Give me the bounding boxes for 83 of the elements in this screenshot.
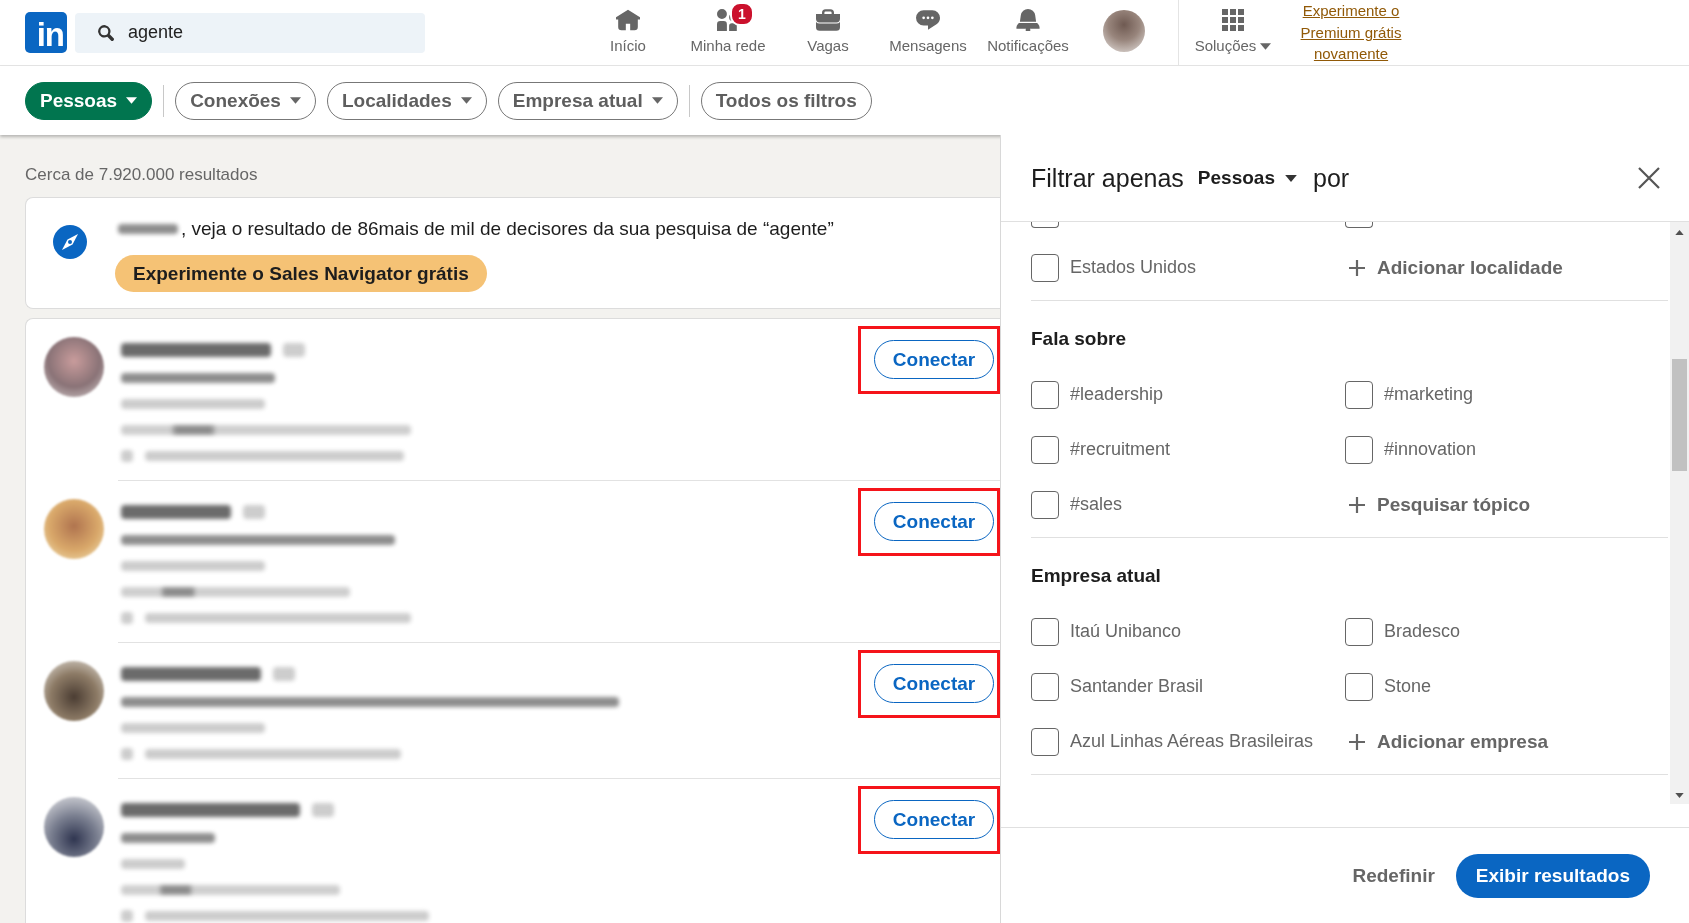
plus-icon [1349, 259, 1365, 276]
add-filter-link[interactable]: Adicionar empresa [1345, 730, 1549, 753]
section-heading: Fala sobre [1031, 327, 1128, 351]
checkbox[interactable] [1031, 727, 1059, 756]
checkbox[interactable] [1031, 222, 1059, 228]
bell-icon [1016, 9, 1040, 31]
checkbox[interactable] [1345, 617, 1373, 646]
checkbox-option[interactable]: Itaú Unibanco [1031, 617, 1182, 646]
connect-button[interactable]: Conectar [874, 340, 994, 379]
filter-pill[interactable]: Empresa atual [497, 81, 678, 120]
close-button[interactable] [1638, 167, 1660, 189]
checkbox-option[interactable]: #marketing [1345, 380, 1474, 409]
filter-pill[interactable]: Todos os filtros [700, 81, 872, 120]
grid-icon [1222, 9, 1244, 31]
briefcase-icon [816, 9, 840, 31]
checkbox[interactable] [1345, 672, 1373, 701]
scroll-up-icon[interactable] [1675, 230, 1684, 235]
filter-pill[interactable]: Conexões [175, 81, 316, 120]
reset-button[interactable]: Redefinir [1352, 864, 1435, 887]
checkbox-option[interactable]: #innovation [1345, 435, 1477, 464]
caret-icon [1285, 174, 1297, 182]
type-dropdown[interactable]: Pessoas [1197, 167, 1297, 189]
add-filter-link[interactable]: Pesquisar tópico [1345, 493, 1531, 516]
connect-button[interactable]: Conectar [874, 502, 994, 541]
checkbox-option[interactable]: #sales [1031, 490, 1123, 519]
checkbox[interactable] [1345, 435, 1373, 464]
scroll-down-icon[interactable] [1675, 793, 1684, 798]
app-logo[interactable]: in [25, 12, 67, 53]
filter-pill[interactable]: Localidades [326, 81, 487, 120]
connect-button[interactable]: Conectar [874, 800, 994, 839]
checkbox[interactable] [1031, 435, 1059, 464]
compass-icon [53, 225, 87, 259]
checkbox[interactable] [1031, 253, 1059, 282]
connect-button[interactable]: Conectar [874, 664, 994, 703]
checkbox-option[interactable]: Bradesco [1345, 617, 1461, 646]
filter-pill[interactable]: Pessoas [25, 81, 153, 120]
caret-icon [651, 97, 663, 104]
show-results-button[interactable]: Exibir resultados [1455, 853, 1650, 898]
plus-icon [1349, 496, 1365, 513]
add-filter-link[interactable]: Adicionar localidade [1345, 256, 1563, 279]
notification-badge: 1 [730, 2, 754, 26]
search-icon [97, 23, 115, 42]
checkbox[interactable] [1031, 380, 1059, 409]
caret-icon [460, 97, 472, 104]
avatar-placeholder[interactable] [44, 661, 104, 721]
nav-item[interactable]: Mensagens [878, 0, 978, 65]
checkbox-option[interactable]: Estados Unidos [1031, 253, 1197, 282]
promo-message: , veja o resultado de 86mais de mil de decisores da sua pesquisa de “agente” [181, 218, 834, 240]
checkbox[interactable] [1031, 617, 1059, 646]
caret-icon [126, 97, 138, 104]
people-icon [716, 9, 740, 31]
caret-icon [289, 97, 301, 104]
chat-bubble-icon [916, 9, 940, 31]
checkbox-option[interactable]: #recruitment [1031, 435, 1171, 464]
panel-title-suffix: por [1313, 163, 1350, 193]
nav-item[interactable]: Notificações [978, 0, 1078, 65]
checkbox-option[interactable]: Azul Linhas Aéreas Brasileiras [1031, 727, 1314, 756]
checkbox-option[interactable]: #leadership [1031, 380, 1164, 409]
avatar-placeholder[interactable] [44, 797, 104, 857]
avatar-placeholder[interactable] [44, 337, 104, 397]
nav-item[interactable]: Soluções [1186, 0, 1280, 65]
panel-title: Filtrar apenas [1031, 163, 1184, 193]
checkbox-option[interactable]: Stone [1345, 672, 1432, 701]
checkbox[interactable] [1345, 222, 1373, 228]
checkbox[interactable] [1031, 490, 1059, 519]
checkbox[interactable] [1031, 672, 1059, 701]
nav-item[interactable]: 1 Minha rede [678, 0, 778, 65]
close-icon [1638, 167, 1660, 189]
search-field[interactable]: agente [75, 12, 425, 53]
home-icon [616, 9, 640, 31]
nav-item[interactable]: Vagas [778, 0, 878, 65]
sales-navigator-button[interactable]: Experimente o Sales Navigator grátis [115, 255, 487, 292]
results-count: Cerca de 7.920.000 resultados [25, 165, 258, 185]
scrollbar-track[interactable] [1670, 222, 1689, 804]
section-heading: Empresa atual [1031, 564, 1162, 588]
premium-link[interactable]: Experimente o Premium grátis novamente [1292, 0, 1410, 65]
checkbox-option[interactable]: Santander Brasil [1031, 672, 1204, 701]
caret-icon [1260, 42, 1272, 50]
checkbox[interactable] [1345, 380, 1373, 409]
nav-item[interactable]: Início [578, 0, 678, 65]
scrollbar-thumb[interactable] [1672, 359, 1687, 471]
avatar-placeholder[interactable] [1103, 10, 1145, 52]
plus-icon [1349, 733, 1365, 750]
